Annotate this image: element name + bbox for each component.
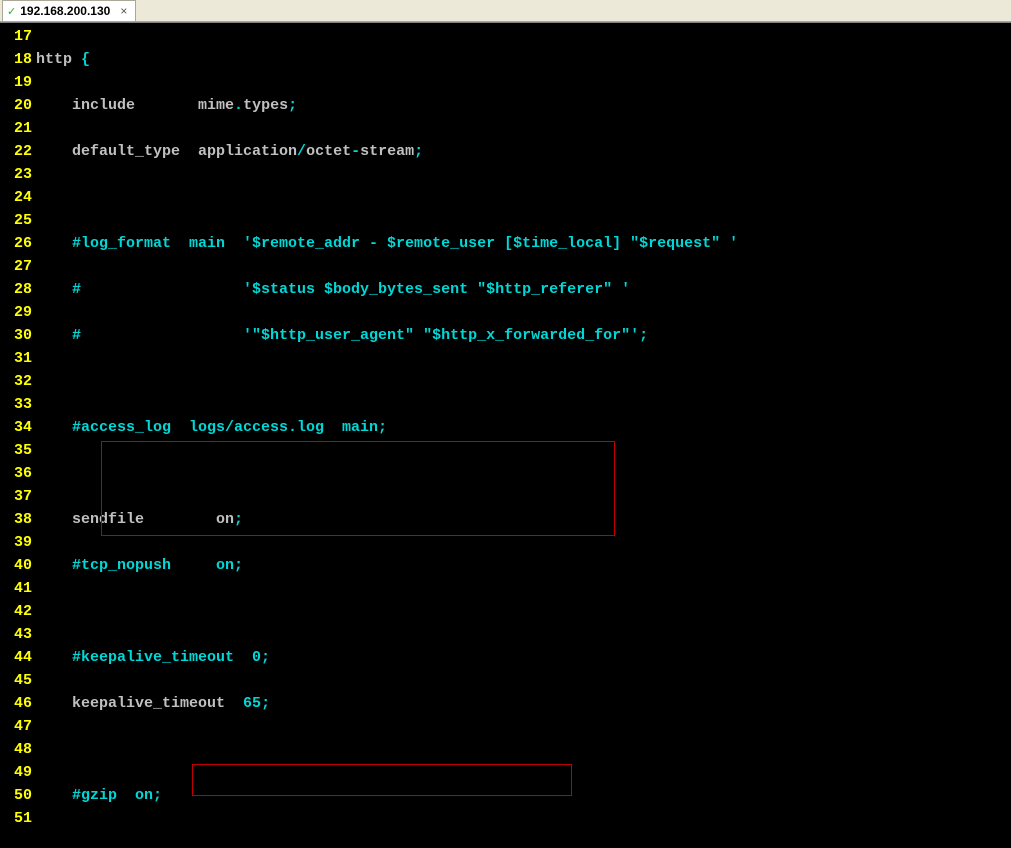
check-icon: ✓ bbox=[7, 5, 16, 18]
tab-bar: ✓ 192.168.200.130 × bbox=[0, 0, 1011, 22]
tab-active[interactable]: ✓ 192.168.200.130 × bbox=[2, 0, 136, 21]
line-number-gutter: 17 18 19 20 21 22 23 24 25 26 27 28 29 3… bbox=[0, 23, 36, 848]
close-icon[interactable]: × bbox=[120, 4, 127, 18]
code-area[interactable]: http { include mime.types; default_type … bbox=[36, 23, 1011, 848]
tab-title: 192.168.200.130 bbox=[20, 4, 110, 18]
editor-window: ✓ 192.168.200.130 × 17 18 19 20 21 22 23… bbox=[0, 0, 1011, 848]
code-editor[interactable]: 17 18 19 20 21 22 23 24 25 26 27 28 29 3… bbox=[0, 22, 1011, 848]
